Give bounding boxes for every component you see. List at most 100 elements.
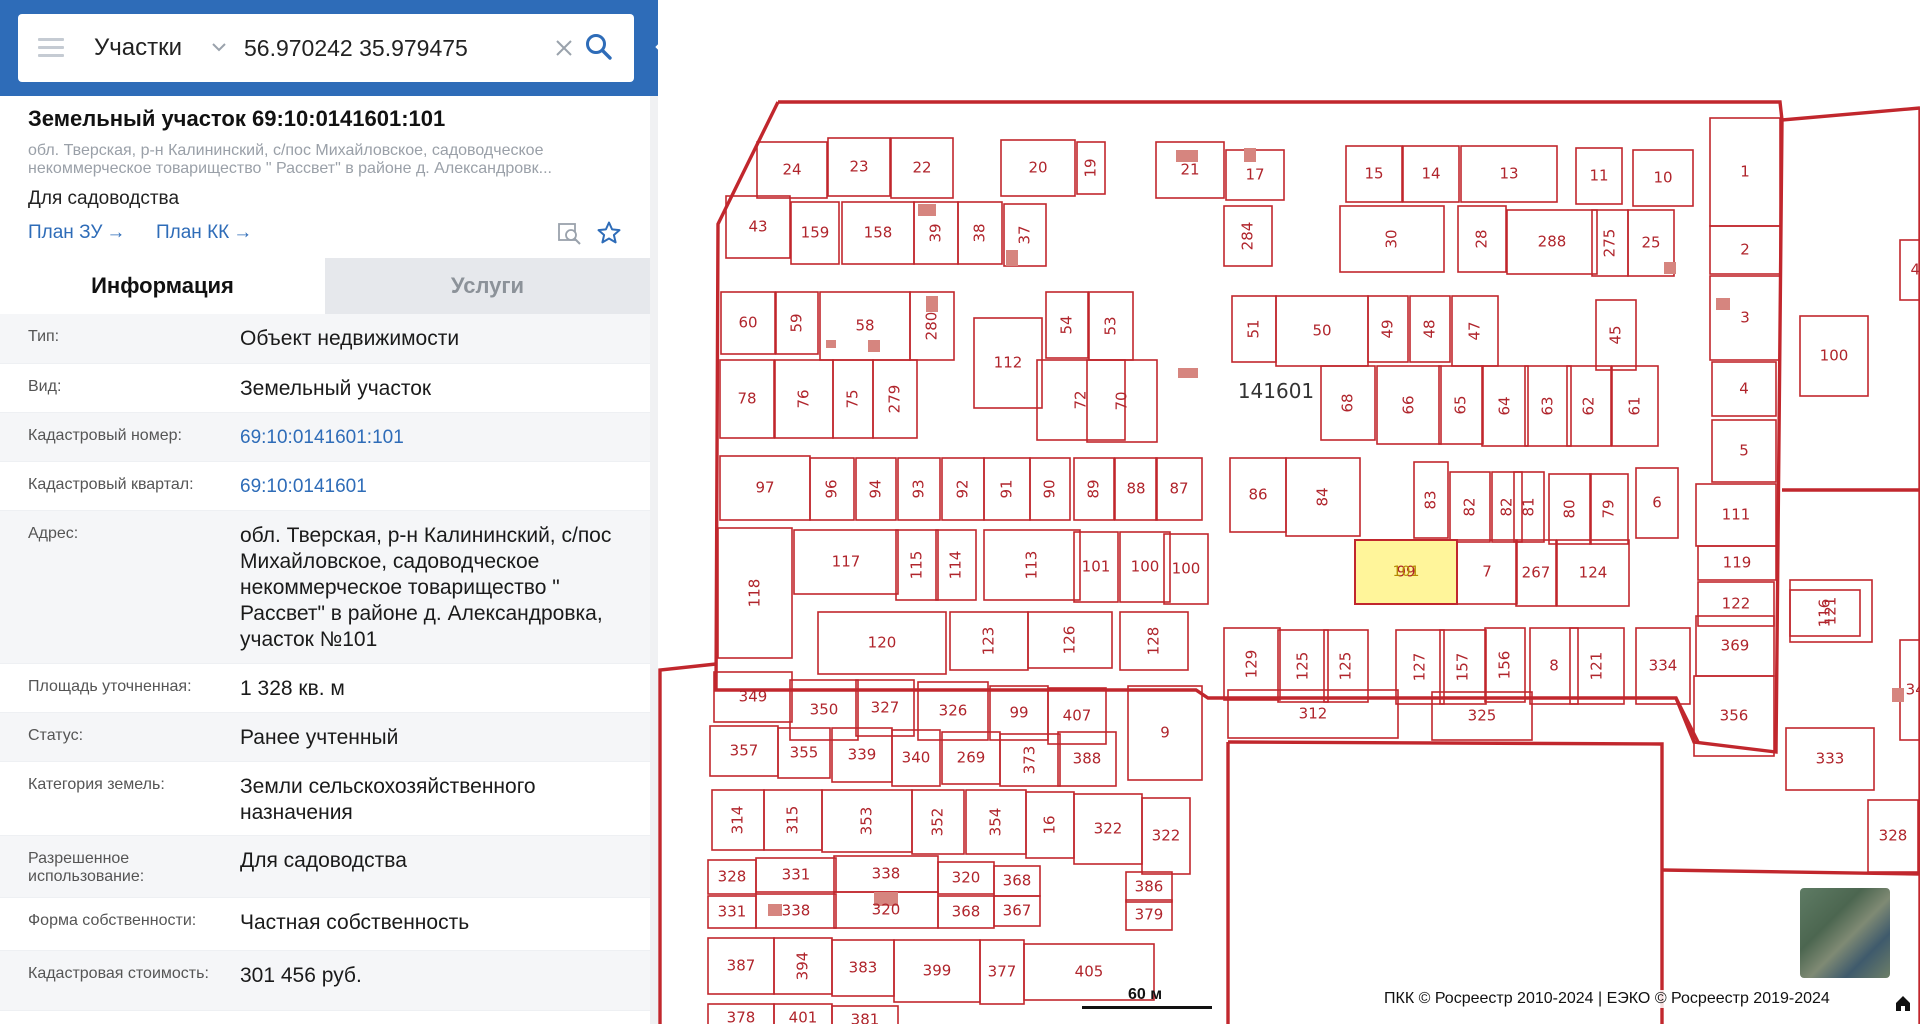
parcel-number: 279 bbox=[886, 385, 904, 414]
prop-row: Площадь уточненная: 1 328 кв. м bbox=[0, 664, 650, 713]
parcel-number: 59 bbox=[788, 313, 806, 332]
parcel-number: 320 bbox=[872, 901, 901, 919]
page-title: Земельный участок 69:10:0141601:101 bbox=[28, 106, 446, 131]
prop-value: Для садоводства bbox=[240, 849, 407, 872]
parcel-number: 275 bbox=[1601, 229, 1619, 258]
parcel-number: 22 bbox=[912, 159, 931, 177]
parcel-number: 352 bbox=[929, 808, 947, 837]
prop-row: Кадастровая стоимость: 301 456 руб. bbox=[0, 951, 650, 1011]
map-attribution: ПКК © Росреестр 2010-2024 | ЕЭКО © Росре… bbox=[1380, 990, 1834, 1008]
parcel-number: 129 bbox=[1243, 650, 1261, 679]
parcel-number: 19 bbox=[1082, 158, 1100, 177]
parcel-number: 53 bbox=[1102, 316, 1120, 335]
home-icon[interactable] bbox=[1894, 994, 1912, 1012]
parcel-number: 338 bbox=[872, 865, 901, 883]
prop-label: Площадь уточненная: bbox=[28, 678, 192, 695]
parcel-number: 284 bbox=[1239, 222, 1257, 251]
parcel-number: 80 bbox=[1561, 499, 1579, 518]
plan-kk-link[interactable]: План КК → bbox=[156, 222, 252, 244]
parcel-number: 288 bbox=[1538, 233, 1567, 251]
parcel-number: 121 bbox=[1822, 597, 1840, 626]
parcel-number: 97 bbox=[755, 479, 774, 497]
parcel-number: 45 bbox=[1607, 325, 1625, 344]
parcel-number: 386 bbox=[1135, 878, 1164, 896]
panel-scrollbar[interactable] bbox=[650, 96, 658, 1024]
parcel-number: 327 bbox=[871, 699, 900, 717]
parcel-layer[interactable]: 24 23 22 20 19 21 17 15 14 13 11 10 143 159 158 39 38 37 2… bbox=[658, 0, 1920, 1024]
basemap-switch-thumbnail[interactable] bbox=[1800, 888, 1890, 978]
parcel-number: 322 bbox=[1152, 827, 1181, 845]
star-icon[interactable] bbox=[596, 220, 622, 246]
parcel-number: 49 bbox=[1379, 319, 1397, 338]
parcel-number: 89 bbox=[1085, 479, 1103, 498]
parcel-number: 10 bbox=[1653, 169, 1672, 187]
search-icon[interactable] bbox=[584, 32, 614, 62]
parcel-number: 99 bbox=[1009, 704, 1028, 722]
menu-icon[interactable] bbox=[38, 38, 64, 58]
cadastral-map[interactable]: 24 23 22 20 19 21 17 15 14 13 11 10 1 43 159 158 39 38 37 2… bbox=[658, 0, 1920, 1024]
parcel-number: 339 bbox=[848, 746, 877, 764]
tab-services[interactable]: Услуги bbox=[325, 258, 650, 314]
search-bar: Участки bbox=[0, 0, 650, 96]
parcel-number: 54 bbox=[1058, 315, 1076, 334]
scale-label: 60 м bbox=[1128, 986, 1163, 1003]
parcel-number: 40 bbox=[1910, 261, 1920, 279]
parcel-number: 120 bbox=[868, 634, 897, 652]
prop-row: Кадастровый квартал: 69:10:0141601 bbox=[0, 462, 650, 511]
parcel-number: 68 bbox=[1339, 393, 1357, 412]
parcel-number: 322 bbox=[1094, 820, 1123, 838]
parcel-number: 341 bbox=[1906, 681, 1920, 699]
parcel-number: 58 bbox=[855, 317, 874, 335]
parcel-number: 50 bbox=[1312, 322, 1331, 340]
prop-value: Ранее учтенный bbox=[240, 726, 399, 749]
parcel-number: 11 bbox=[1589, 167, 1608, 185]
parcel-number: 39 bbox=[927, 223, 945, 242]
parcel-number: 350 bbox=[810, 701, 839, 719]
parcel-number: 158 bbox=[864, 224, 893, 242]
chevron-down-icon[interactable] bbox=[208, 36, 230, 58]
parcel-number: 114 bbox=[947, 551, 965, 580]
parcel-number: 379 bbox=[1135, 906, 1164, 924]
prop-row: Кадастровый номер: 69:10:0141601:101 bbox=[0, 413, 650, 462]
parcel-number: 280 bbox=[923, 312, 941, 341]
parcel-number: 79 bbox=[1600, 499, 1618, 518]
parcel-number: 25 bbox=[1641, 234, 1660, 252]
find-on-map-icon[interactable] bbox=[556, 220, 582, 246]
parcel-number: 82 bbox=[1498, 497, 1516, 516]
object-purpose: Для садоводства bbox=[28, 188, 180, 209]
prop-label: Тип: bbox=[28, 328, 60, 345]
parcel-number: 356 bbox=[1720, 707, 1749, 725]
parcel-number: 4 bbox=[1739, 380, 1749, 398]
prop-row: Тип: Объект недвижимости bbox=[0, 314, 650, 364]
parcel-number: 66 bbox=[1400, 395, 1418, 414]
parcel-number: 349 bbox=[739, 688, 768, 706]
parcel-number: 100 bbox=[1131, 558, 1160, 576]
plan-zu-link[interactable]: План ЗУ → bbox=[28, 222, 125, 244]
parcel-number: 113 bbox=[1023, 551, 1041, 580]
parcel-number: 9 bbox=[1160, 724, 1170, 742]
prop-label: Категория земель: bbox=[28, 776, 165, 793]
parcel-number: 90 bbox=[1041, 479, 1059, 498]
search-box: Участки bbox=[18, 14, 634, 82]
parcel-number: 405 bbox=[1075, 963, 1104, 981]
parcel-number: 354 bbox=[987, 808, 1005, 837]
cadastral-quarter-link[interactable]: 69:10:0141601 bbox=[240, 474, 630, 500]
cadastral-number-link[interactable]: 69:10:0141601:101 bbox=[240, 425, 630, 451]
close-icon[interactable] bbox=[552, 36, 576, 60]
parcel-number: 126 bbox=[1061, 626, 1079, 655]
parcel-number: 6 bbox=[1652, 494, 1662, 512]
parcel-number: 378 bbox=[727, 1009, 756, 1024]
parcel-number: 37 bbox=[1016, 225, 1034, 244]
parcel-number: 320 bbox=[952, 869, 981, 887]
parcel-number: 16 bbox=[1041, 815, 1059, 834]
parcel-number: 340 bbox=[902, 749, 931, 767]
prop-label: Адрес: bbox=[28, 525, 79, 542]
search-input[interactable] bbox=[244, 30, 534, 66]
layer-select[interactable]: Участки bbox=[94, 34, 182, 62]
parcel-number: 5 bbox=[1739, 442, 1749, 460]
parcel-number: 331 bbox=[782, 866, 811, 884]
parcel-number: 93 bbox=[910, 479, 928, 498]
tab-info[interactable]: Информация bbox=[0, 258, 325, 314]
parcel-number: 13 bbox=[1499, 165, 1518, 183]
prop-label: Вид: bbox=[28, 378, 62, 395]
